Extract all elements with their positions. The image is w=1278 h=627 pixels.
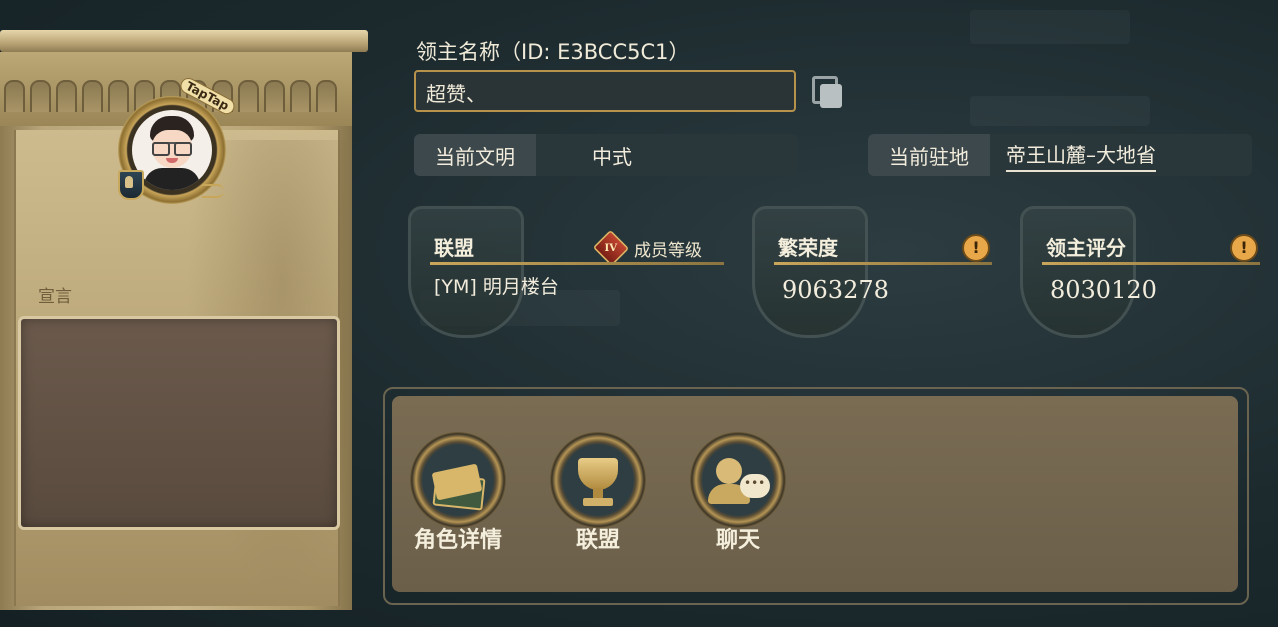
avatar[interactable]: TapTap <box>118 75 237 204</box>
background-row <box>970 96 1150 126</box>
chat-icon <box>690 432 786 528</box>
character-details-button[interactable]: 角色详情 <box>403 432 513 554</box>
alliance-button-label: 联盟 <box>575 528 620 553</box>
frieze-arch <box>82 80 103 112</box>
prosperity-emblem-icon <box>752 206 868 338</box>
background-row <box>970 10 1130 44</box>
frieze-arch <box>316 80 337 112</box>
score-emblem-icon <box>1020 206 1136 338</box>
civilization-value: 中式 <box>592 144 632 169</box>
divider <box>1042 262 1260 265</box>
alliance-button[interactable]: 联盟 <box>543 432 653 554</box>
column-capital <box>0 30 368 52</box>
alliance-label: 联盟 <box>434 236 474 260</box>
declaration-label: 宣言 <box>38 287 72 307</box>
civilization-field: 当前文明 中式 <box>414 134 798 176</box>
rank-badge-icon: IV <box>592 229 630 267</box>
wing-icon <box>202 184 224 198</box>
actions-panel <box>392 396 1238 592</box>
divider <box>430 262 724 265</box>
lord-name-title: 领主名称（ID: E3BCC5C1） <box>416 40 690 64</box>
character-details-label: 角色详情 <box>413 528 502 553</box>
frieze-arch <box>30 80 51 112</box>
station-label: 当前驻地 <box>868 134 990 176</box>
avatar-portrait <box>132 110 212 190</box>
member-rank: IV 成员等级 <box>592 229 702 267</box>
chat-button-label: 聊天 <box>715 528 760 553</box>
lord-score-label: 领主评分 <box>1046 236 1126 260</box>
prosperity-label: 繁荣度 <box>778 236 838 260</box>
alliance-card: 联盟 IV 成员等级 [YM] 明月楼台 <box>408 206 724 338</box>
frieze-arch <box>108 80 129 112</box>
member-rank-label: 成员等级 <box>634 240 702 261</box>
station-link[interactable]: 帝王山麓–大地省 <box>1006 139 1156 172</box>
trophy-icon <box>550 432 646 528</box>
shield-icon <box>118 170 144 200</box>
copy-icon[interactable] <box>812 76 842 108</box>
alliance-name: [YM] 明月楼台 <box>434 276 559 298</box>
chat-button[interactable]: 聊天 <box>683 432 793 554</box>
cards-icon <box>410 432 506 528</box>
frieze-arch <box>290 80 311 112</box>
lord-score-value: 8030120 <box>1050 276 1157 304</box>
civilization-label: 当前文明 <box>414 134 536 176</box>
lord-name-field[interactable]: 超赞、 <box>414 70 796 112</box>
frieze-arch <box>264 80 285 112</box>
divider <box>774 262 992 265</box>
prosperity-value: 9063278 <box>782 276 889 304</box>
alert-icon[interactable]: ! <box>1230 234 1258 262</box>
frieze-arch <box>238 80 259 112</box>
frieze-arch <box>56 80 77 112</box>
lord-score-card: 领主评分 ! 8030120 <box>1020 206 1264 338</box>
frieze-arch <box>4 80 25 112</box>
prosperity-card: 繁荣度 ! 9063278 <box>752 206 996 338</box>
station-field: 当前驻地 帝王山麓–大地省 <box>868 134 1252 176</box>
alert-icon[interactable]: ! <box>962 234 990 262</box>
declaration-box[interactable] <box>18 316 340 530</box>
station-value[interactable]: 帝王山麓–大地省 <box>990 134 1156 176</box>
